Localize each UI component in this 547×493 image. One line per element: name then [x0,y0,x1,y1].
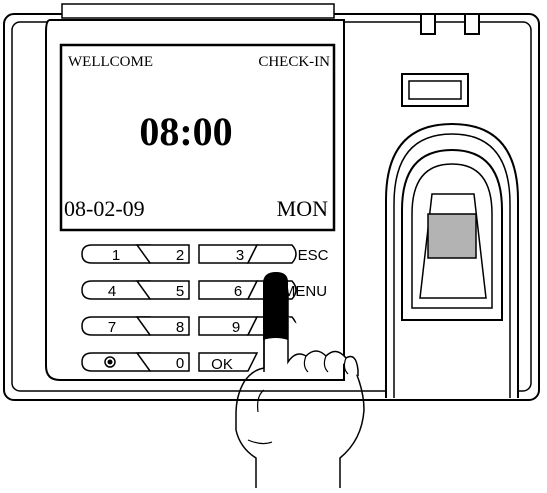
screen-greeting: WELLCOME [68,54,153,70]
svg-text:OK: OK [211,356,233,373]
top-tab-right [464,13,480,35]
svg-text:9: 9 [232,319,240,336]
fingerprint-sensor-icon[interactable] [385,122,519,398]
svg-text:6: 6 [234,283,242,300]
card-slot-inner [408,80,462,100]
screen-time: 08:00 [139,109,232,154]
screen-weekday: MON [277,196,328,221]
top-bar [61,3,335,19]
screen-date: 08-02-09 [64,196,145,221]
svg-text:ESC: ESC [298,247,329,264]
screen-mode: CHECK-IN [258,54,330,70]
power-key-icon [104,356,116,368]
attendance-terminal: WELLCOME CHECK-IN 08:00 08-02-09 MON 1 2… [3,3,540,488]
svg-text:5: 5 [176,283,184,300]
svg-text:MENU: MENU [283,283,327,300]
top-tab-left [420,13,436,35]
svg-text:2: 2 [176,247,184,264]
svg-text:8: 8 [176,319,184,336]
key-esc[interactable]: ESC [246,244,329,264]
svg-text:3: 3 [236,247,244,264]
svg-text:4: 4 [108,283,116,300]
key-ok[interactable]: OK [198,352,259,373]
svg-text:7: 7 [108,319,116,336]
svg-text:0: 0 [176,355,184,372]
svg-text:1: 1 [112,247,120,264]
fingertip [263,272,288,340]
fingerprint-glass [427,213,477,259]
